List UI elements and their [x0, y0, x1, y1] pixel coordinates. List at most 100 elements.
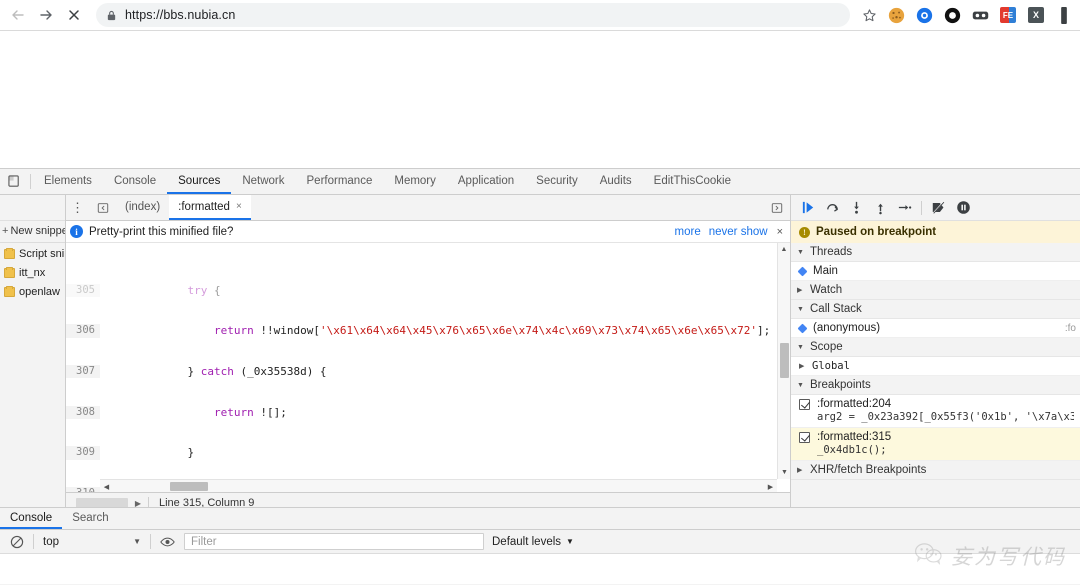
thread-item-main[interactable]: Main: [791, 262, 1080, 281]
step-into-icon[interactable]: [845, 198, 867, 218]
breakpoint-checkbox[interactable]: [799, 398, 810, 410]
call-stack-frame[interactable]: (anonymous) :fo: [791, 319, 1080, 338]
console-filter-input[interactable]: Filter: [184, 533, 484, 550]
editor-column: ⋮ (index) :formatted × i Pretty-print th…: [66, 195, 790, 513]
step-over-icon[interactable]: [821, 198, 843, 218]
extension-icons: FE X: [882, 3, 1080, 27]
forward-icon[interactable]: [32, 1, 60, 29]
breakpoint-code: _0x4db1c();: [817, 444, 887, 456]
menu-extension-icon[interactable]: [1052, 3, 1076, 27]
scroll-down-icon[interactable]: ▼: [778, 466, 790, 479]
live-expression-icon[interactable]: [154, 531, 180, 553]
console-drawer: Console Search top ▼ Filter Default leve…: [0, 507, 1080, 585]
toolbar-divider: [30, 174, 31, 189]
code-line[interactable]: 309 }: [66, 446, 790, 460]
scroll-left-icon[interactable]: ◀: [100, 480, 113, 492]
circle-extension-icon[interactable]: [940, 3, 964, 27]
devtools-tab-security[interactable]: Security: [525, 169, 589, 194]
line-code: return !!window['\x61\x64\x64\x45\x76\x6…: [213, 324, 771, 338]
devtools-tab-network[interactable]: Network: [231, 169, 295, 194]
code-line[interactable]: 306 return !!window['\x61\x64\x64\x45\x7…: [66, 324, 790, 338]
horizontal-scroll-thumb[interactable]: [170, 482, 208, 491]
resume-script-icon[interactable]: [797, 198, 819, 218]
breakpoint-checkbox[interactable]: [799, 431, 810, 443]
scope-item-global[interactable]: ▶ Global: [791, 357, 1080, 376]
navigator-item-label: openlaw: [19, 285, 60, 298]
levels-label: Default levels: [492, 535, 562, 548]
code-line[interactable]: 307 } catch (_0x35538d) {: [66, 364, 790, 379]
scroll-up-icon[interactable]: ▲: [778, 243, 790, 256]
devtools-tab-sources[interactable]: Sources: [167, 169, 232, 194]
line-code: try {: [108, 283, 221, 297]
vertical-scroll-thumb[interactable]: [780, 343, 789, 378]
x-extension-icon[interactable]: X: [1024, 3, 1048, 27]
cookie-extension-icon[interactable]: [884, 3, 908, 27]
step-icon[interactable]: [893, 198, 915, 218]
code-line[interactable]: 305 try {: [66, 283, 790, 298]
pause-on-exceptions-icon[interactable]: [952, 198, 974, 218]
section-header-xhr-breakpoints[interactable]: ▶ XHR/fetch Breakpoints: [791, 461, 1080, 480]
inspect-element-icon[interactable]: [0, 169, 28, 194]
section-header-scope[interactable]: ▼ Scope: [791, 338, 1080, 357]
console-toolbar: top ▼ Filter Default levels ▼: [0, 530, 1080, 554]
devtools-tab-performance[interactable]: Performance: [296, 169, 384, 194]
navigator-item-openlaw[interactable]: openlaw: [0, 282, 65, 301]
star-icon[interactable]: [856, 2, 882, 28]
code-editor[interactable]: 305 try { 306 return !!window['\x61\x64\…: [66, 243, 790, 492]
show-navigator-icon[interactable]: [90, 195, 116, 220]
stop-loading-icon[interactable]: [60, 1, 88, 29]
section-header-threads[interactable]: ▼ Threads: [791, 243, 1080, 262]
devtools-tab-console[interactable]: Console: [103, 169, 167, 194]
devtools-tab-editthiscookie[interactable]: EditThisCookie: [643, 169, 742, 194]
never-show-link[interactable]: never show: [709, 226, 768, 238]
globe-extension-icon[interactable]: [912, 3, 936, 27]
devtools-tab-application[interactable]: Application: [447, 169, 525, 194]
console-context-selector[interactable]: top ▼: [37, 532, 147, 552]
breakpoint-item[interactable]: :formatted:204 arg2 = _0x23a392[_0x55f3(…: [791, 395, 1080, 428]
more-options-icon[interactable]: ⋮: [66, 195, 90, 220]
drawer-tab-console[interactable]: Console: [0, 508, 63, 529]
fe-extension-icon[interactable]: FE: [996, 3, 1020, 27]
editor-tab-index[interactable]: (index): [116, 195, 169, 220]
console-output[interactable]: [0, 554, 1080, 584]
info-icon: i: [70, 225, 83, 238]
back-icon[interactable]: [4, 1, 32, 29]
editor-tab-formatted[interactable]: :formatted ×: [169, 195, 251, 220]
section-header-watch[interactable]: ▶ Watch: [791, 281, 1080, 300]
scroll-right-icon[interactable]: ▶: [764, 480, 777, 492]
console-levels-selector[interactable]: Default levels ▼: [492, 536, 574, 548]
plus-icon: +: [2, 225, 9, 237]
navigator-item-script-snippets[interactable]: Script snipp: [0, 244, 65, 263]
step-out-icon[interactable]: [869, 198, 891, 218]
editor-vertical-scrollbar[interactable]: ▲ ▼: [777, 243, 790, 479]
toolbar-divider: [150, 534, 151, 549]
paused-on-breakpoint-banner: ! Paused on breakpoint: [791, 221, 1080, 243]
line-number: 307: [66, 364, 100, 379]
filter-placeholder: Filter: [191, 535, 217, 548]
editor-horizontal-scrollbar[interactable]: ◀ ▶: [100, 479, 777, 492]
section-title: XHR/fetch Breakpoints: [810, 464, 927, 476]
breakpoint-item-active[interactable]: :formatted:315 _0x4db1c();: [791, 428, 1080, 461]
drawer-tab-search[interactable]: Search: [62, 508, 118, 529]
section-title: Threads: [810, 246, 853, 258]
address-bar[interactable]: https://bbs.nubia.cn: [96, 3, 850, 27]
folder-icon: [4, 285, 15, 297]
navigator-item-itt-nx[interactable]: itt_nx: [0, 263, 65, 282]
deactivate-breakpoints-icon[interactable]: [928, 198, 950, 218]
devtools-tab-elements[interactable]: Elements: [33, 169, 103, 194]
section-header-breakpoints[interactable]: ▼ Breakpoints: [791, 376, 1080, 395]
close-infobar-icon[interactable]: ×: [777, 226, 783, 238]
code-line[interactable]: 308 return ![];: [66, 405, 790, 420]
sources-navigator: + New snippet Script snipp itt_nx openla…: [0, 195, 66, 513]
line-number: 309: [66, 446, 100, 460]
goggles-extension-icon[interactable]: [968, 3, 992, 27]
show-debugger-icon[interactable]: [764, 195, 790, 220]
devtools-tab-audits[interactable]: Audits: [589, 169, 643, 194]
section-header-call-stack[interactable]: ▼ Call Stack: [791, 300, 1080, 319]
new-snippet-button[interactable]: + New snippet: [0, 221, 65, 241]
clear-console-icon[interactable]: [4, 531, 30, 553]
close-icon[interactable]: ×: [236, 201, 242, 212]
more-link[interactable]: more: [675, 226, 701, 238]
devtools-tab-memory[interactable]: Memory: [383, 169, 447, 194]
line-number: 310: [66, 486, 100, 492]
